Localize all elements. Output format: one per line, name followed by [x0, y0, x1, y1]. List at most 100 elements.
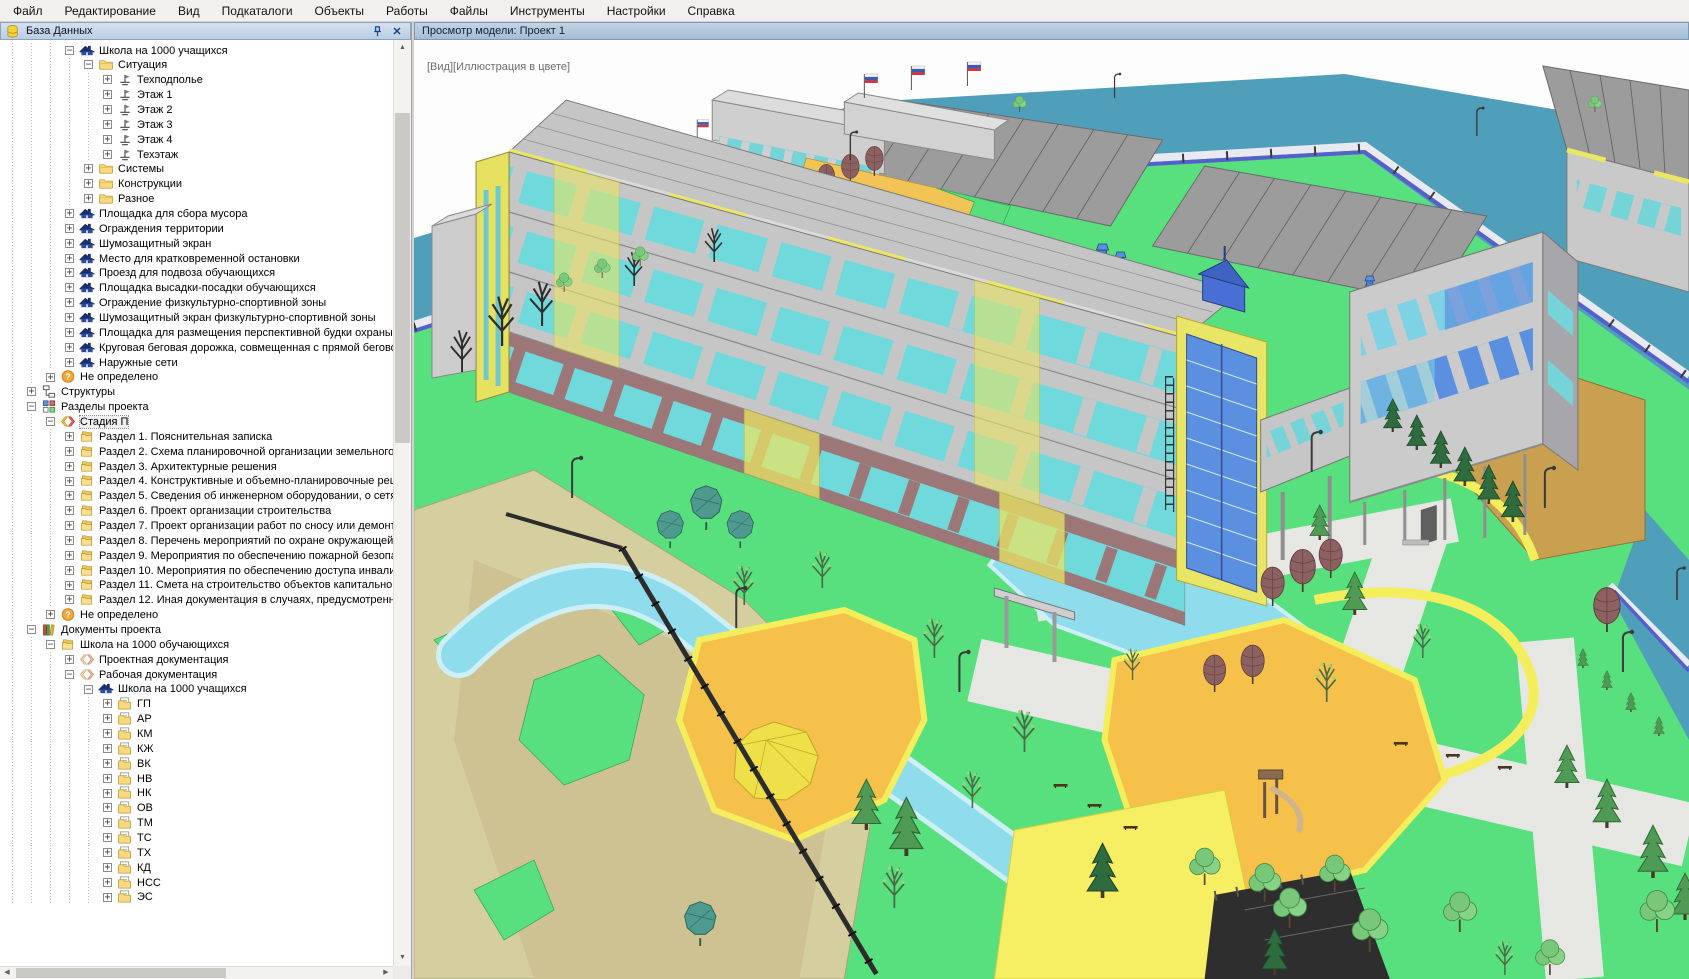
tree-item[interactable]: +Круговая беговая дорожка, совмещенная с…: [0, 340, 393, 355]
expand-toggle[interactable]: +: [103, 774, 112, 783]
tree-item[interactable]: +Раздел 7. Проект организации работ по с…: [0, 519, 393, 534]
expand-toggle[interactable]: −: [65, 670, 74, 679]
tree-item[interactable]: +Этаж 4: [0, 132, 393, 147]
tree-item[interactable]: +Техподполье: [0, 73, 393, 88]
tree-item[interactable]: +Этаж 3: [0, 117, 393, 132]
expand-toggle[interactable]: +: [103, 105, 112, 114]
expand-toggle[interactable]: +: [65, 343, 74, 352]
expand-toggle[interactable]: +: [65, 283, 74, 292]
expand-toggle[interactable]: +: [103, 789, 112, 798]
tree-item[interactable]: +Раздел 11. Смета на строительство объек…: [0, 578, 393, 593]
tree-item[interactable]: +ТС: [0, 831, 393, 846]
expand-toggle[interactable]: +: [103, 135, 112, 144]
expand-toggle[interactable]: +: [103, 699, 112, 708]
expand-toggle[interactable]: +: [103, 848, 112, 857]
tree-item[interactable]: +КД: [0, 860, 393, 875]
tree-item[interactable]: −Школа на 1000 учащихся: [0, 43, 393, 58]
tree-item[interactable]: −Школа на 1000 обучающихся: [0, 637, 393, 652]
tree-item[interactable]: +ОВ: [0, 801, 393, 816]
hscroll-thumb[interactable]: [16, 968, 226, 978]
tree-item[interactable]: +КЖ: [0, 741, 393, 756]
menu-item-1[interactable]: Редактирование: [54, 1, 167, 21]
tree-item[interactable]: +Системы: [0, 162, 393, 177]
expand-toggle[interactable]: +: [65, 655, 74, 664]
scroll-right-arrow[interactable]: ▶: [379, 967, 393, 979]
tree-item[interactable]: +Этаж 1: [0, 88, 393, 103]
expand-toggle[interactable]: +: [46, 610, 55, 619]
expand-toggle[interactable]: +: [103, 818, 112, 827]
expand-toggle[interactable]: +: [65, 491, 74, 500]
expand-toggle[interactable]: +: [103, 863, 112, 872]
tree-item[interactable]: +Раздел 6. Проект организации строительс…: [0, 504, 393, 519]
scroll-left-arrow[interactable]: ◀: [0, 967, 14, 979]
close-icon[interactable]: ✕: [389, 24, 405, 39]
expand-toggle[interactable]: +: [103, 90, 112, 99]
tree-item[interactable]: +Конструкции: [0, 177, 393, 192]
scroll-thumb[interactable]: [395, 113, 410, 443]
expand-toggle[interactable]: +: [103, 714, 112, 723]
tree-item[interactable]: +Разное: [0, 192, 393, 207]
menu-item-6[interactable]: Файлы: [439, 1, 499, 21]
expand-toggle[interactable]: +: [65, 521, 74, 530]
tree-item[interactable]: +Структуры: [0, 385, 393, 400]
tree-item[interactable]: +Шумозащитный экран: [0, 236, 393, 251]
tree-item[interactable]: +Площадка высадки-посадки обучающихся: [0, 281, 393, 296]
tree-item[interactable]: −Документы проекта: [0, 623, 393, 638]
tree-item[interactable]: +Площадка для сбора мусора: [0, 206, 393, 221]
expand-toggle[interactable]: +: [65, 239, 74, 248]
expand-toggle[interactable]: −: [27, 402, 36, 411]
menu-item-8[interactable]: Настройки: [596, 1, 677, 21]
tree-item[interactable]: −Рабочая документация: [0, 667, 393, 682]
expand-toggle[interactable]: +: [65, 209, 74, 218]
tree-item[interactable]: +Раздел 9. Мероприятия по обеспечению по…: [0, 548, 393, 563]
expand-toggle[interactable]: +: [65, 254, 74, 263]
tree-item[interactable]: +Раздел 5. Сведения об инженерном оборуд…: [0, 489, 393, 504]
tree-item[interactable]: +Раздел 12. Иная документация в случаях,…: [0, 593, 393, 608]
expand-toggle[interactable]: +: [65, 551, 74, 560]
tree-item[interactable]: +?Не определено: [0, 608, 393, 623]
tree-item[interactable]: +Наружные сети: [0, 355, 393, 370]
tree-item[interactable]: +КМ: [0, 727, 393, 742]
expand-toggle[interactable]: −: [84, 60, 93, 69]
tree-item[interactable]: +Раздел 3. Архитектурные решения: [0, 459, 393, 474]
tree-item[interactable]: +Раздел 1. Пояснительная записка: [0, 429, 393, 444]
tree-item[interactable]: +ВК: [0, 756, 393, 771]
expand-toggle[interactable]: +: [65, 506, 74, 515]
expand-toggle[interactable]: −: [46, 417, 55, 426]
expand-toggle[interactable]: +: [65, 462, 74, 471]
expand-toggle[interactable]: +: [103, 803, 112, 812]
tree-item[interactable]: +Проезд для подвоза обучающихся: [0, 266, 393, 281]
tree-item[interactable]: +Ограждение физкультурно-спортивной зоны: [0, 296, 393, 311]
expand-toggle[interactable]: +: [65, 432, 74, 441]
menu-item-3[interactable]: Подкаталоги: [211, 1, 304, 21]
expand-toggle[interactable]: +: [65, 358, 74, 367]
tree-item[interactable]: −Школа на 1000 учащихся: [0, 682, 393, 697]
tree-horizontal-scrollbar[interactable]: ◀ ▶: [0, 966, 393, 979]
tree-item[interactable]: +НК: [0, 786, 393, 801]
expand-toggle[interactable]: +: [65, 224, 74, 233]
model-3d-scene[interactable]: [414, 40, 1689, 979]
expand-toggle[interactable]: +: [103, 150, 112, 159]
tree-item[interactable]: −Стадия П: [0, 414, 393, 429]
expand-toggle[interactable]: +: [46, 373, 55, 382]
expand-toggle[interactable]: −: [84, 685, 93, 694]
tree-item[interactable]: +ТМ: [0, 816, 393, 831]
expand-toggle[interactable]: +: [103, 744, 112, 753]
tree-item[interactable]: +ГП: [0, 697, 393, 712]
expand-toggle[interactable]: +: [65, 298, 74, 307]
tree-item[interactable]: +Техэтаж: [0, 147, 393, 162]
tree-item[interactable]: +Этаж 2: [0, 102, 393, 117]
tree-item[interactable]: +Проектная документация: [0, 652, 393, 667]
tree-item[interactable]: +?Не определено: [0, 370, 393, 385]
menu-item-4[interactable]: Объекты: [304, 1, 376, 21]
tree-item[interactable]: +Место для кратковременной остановки: [0, 251, 393, 266]
tree-item[interactable]: +Раздел 10. Мероприятия по обеспечению д…: [0, 563, 393, 578]
scroll-down-arrow[interactable]: ▼: [394, 950, 411, 966]
expand-toggle[interactable]: −: [65, 46, 74, 55]
tree-item[interactable]: +Раздел 2. Схема планировочной организац…: [0, 444, 393, 459]
expand-toggle[interactable]: +: [103, 759, 112, 768]
expand-toggle[interactable]: +: [27, 387, 36, 396]
expand-toggle[interactable]: +: [65, 313, 74, 322]
expand-toggle[interactable]: +: [65, 536, 74, 545]
expand-toggle[interactable]: +: [65, 477, 74, 486]
